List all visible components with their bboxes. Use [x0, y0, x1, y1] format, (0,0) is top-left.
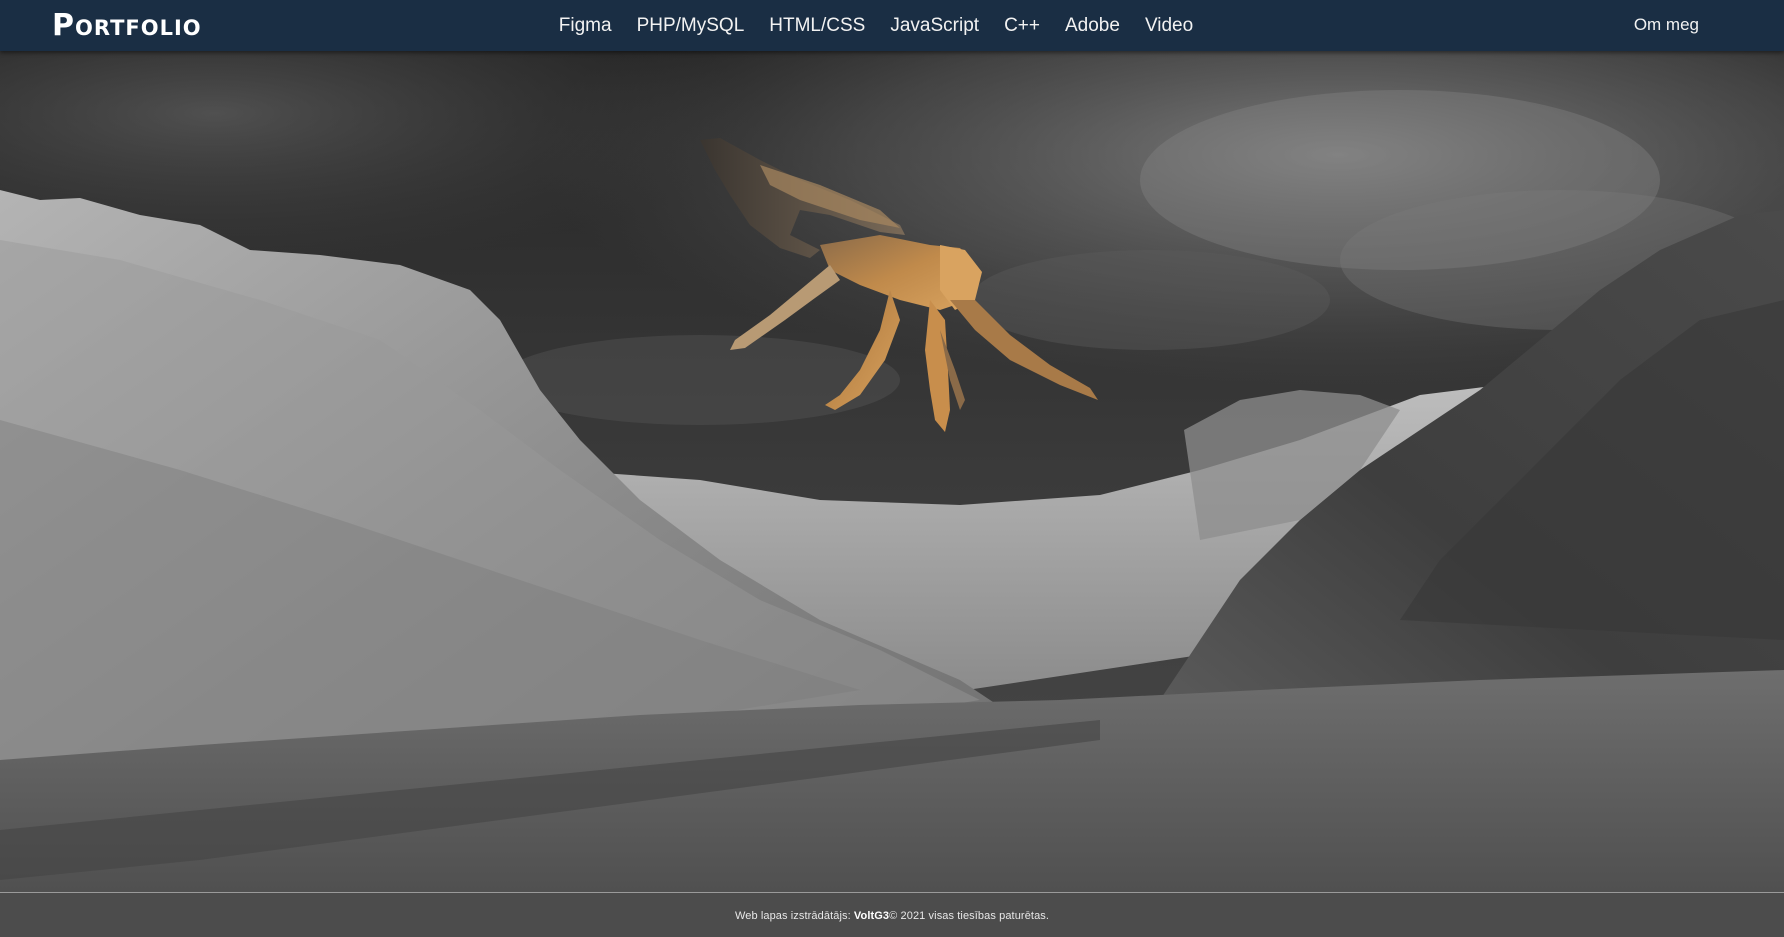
hero-background [0, 51, 1784, 892]
nav-link-php-mysql[interactable]: PHP/MySQL [637, 15, 745, 36]
nav-link-html-css[interactable]: HTML/CSS [769, 15, 865, 36]
footer-copyright: © 2021 visas tiesības paturētas. [889, 909, 1050, 922]
page-footer: Web lapas izstrādātājs: VoltG3 © 2021 vi… [0, 892, 1784, 937]
portfolio-page: Portfolio Figma PHP/MySQL HTML/CSS JavaS… [0, 0, 1784, 937]
brand-logo[interactable]: Portfolio [52, 4, 202, 48]
footer-prefix: Web lapas izstrādātājs: [734, 909, 851, 922]
nav-link-video[interactable]: Video [1145, 15, 1193, 36]
top-navbar: Portfolio Figma PHP/MySQL HTML/CSS JavaS… [0, 0, 1784, 51]
nav-menu: Figma PHP/MySQL HTML/CSS JavaScript C++ … [0, 0, 1784, 51]
footer-author: VoltG3 [853, 909, 890, 922]
hero-landscape-image [0, 51, 1784, 892]
nav-link-cpp[interactable]: C++ [1004, 15, 1040, 36]
nav-link-figma[interactable]: Figma [559, 15, 612, 36]
nav-link-javascript[interactable]: JavaScript [890, 15, 979, 36]
nav-link-about[interactable]: Om meg [1634, 0, 1699, 49]
nav-link-adobe[interactable]: Adobe [1065, 15, 1120, 36]
